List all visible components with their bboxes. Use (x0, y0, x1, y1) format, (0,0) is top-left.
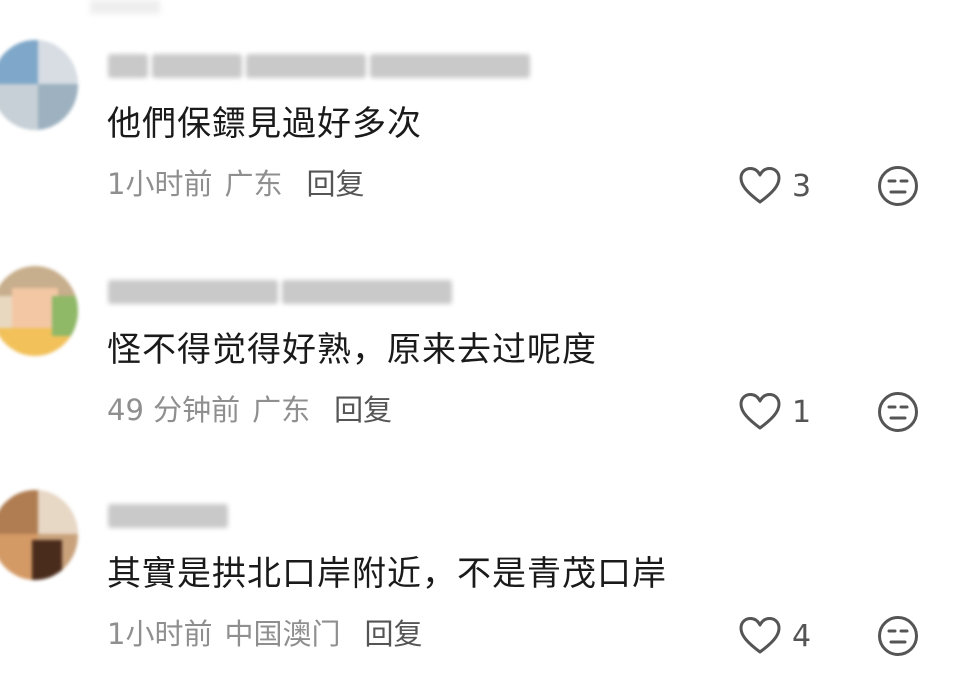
heart-outline-icon (738, 392, 782, 432)
username-blurred[interactable] (108, 504, 228, 530)
reply-button[interactable]: 回复 (334, 393, 392, 427)
comment-item: 怪不得觉得好熟，原来去过呢度 49 分钟前 广东 回复 1 (0, 266, 960, 466)
unamused-face-icon (876, 392, 920, 438)
username-blurred[interactable] (108, 54, 530, 80)
heart-outline-icon (738, 616, 782, 656)
comment-time: 1小时前 (107, 617, 213, 651)
comment-text: 他們保鏢見過好多次 (107, 104, 422, 144)
unamused-face-icon (876, 616, 920, 662)
dislike-button[interactable] (876, 390, 920, 434)
heart-outline-icon (738, 166, 782, 206)
avatar[interactable] (0, 40, 78, 130)
dislike-button[interactable] (876, 164, 920, 208)
like-button[interactable]: 1 (738, 390, 811, 434)
avatar[interactable] (0, 490, 78, 580)
reply-button[interactable]: 回复 (306, 167, 364, 201)
comment-meta: 49 分钟前 广东 回复 (107, 390, 392, 430)
previous-comment-fragment (90, 0, 160, 14)
unamused-face-icon (876, 166, 920, 212)
comment-location: 中国澳门 (224, 617, 341, 651)
username-blurred[interactable] (108, 280, 452, 306)
like-button[interactable]: 4 (738, 614, 811, 658)
comment-meta: 1小时前 中国澳门 回复 (107, 614, 422, 654)
comment-text: 怪不得觉得好熟，原来去过呢度 (107, 330, 597, 370)
like-count: 1 (792, 394, 812, 430)
comment-time: 1小时前 (107, 167, 213, 201)
comment-meta: 1小时前 广东 回复 (107, 164, 364, 204)
like-count: 4 (792, 618, 812, 654)
comment-item: 其實是拱北口岸附近，不是青茂口岸 1小时前 中国澳门 回复 4 (0, 490, 960, 690)
like-count: 3 (792, 168, 812, 204)
comment-location: 广东 (252, 393, 311, 427)
like-button[interactable]: 3 (738, 164, 811, 208)
comment-time: 49 分钟前 (107, 393, 241, 427)
comment-item: 他們保鏢見過好多次 1小时前 广东 回复 3 (0, 40, 960, 240)
comment-text: 其實是拱北口岸附近，不是青茂口岸 (107, 554, 667, 594)
dislike-button[interactable] (876, 614, 920, 658)
avatar[interactable] (0, 266, 78, 356)
comment-location: 广东 (224, 167, 283, 201)
reply-button[interactable]: 回复 (364, 617, 422, 651)
